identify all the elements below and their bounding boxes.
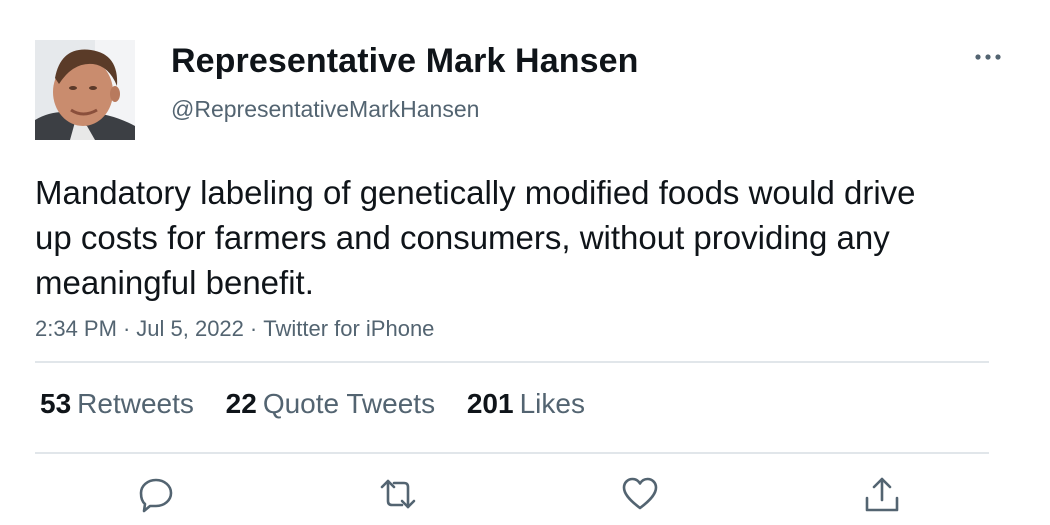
reply-icon[interactable] <box>136 474 176 514</box>
meta-separator: · <box>249 316 258 341</box>
tweet-time[interactable]: 2:34 PM <box>35 316 117 341</box>
avatar[interactable] <box>35 40 135 140</box>
engagement-stats: 53 Retweets 22 Quote Tweets 201 Likes <box>40 388 609 420</box>
like-icon[interactable] <box>620 474 660 514</box>
retweets-label: Retweets <box>77 388 194 419</box>
retweet-icon[interactable] <box>378 474 418 514</box>
likes-stat[interactable]: 201 Likes <box>467 388 585 420</box>
share-icon[interactable] <box>862 474 902 514</box>
quote-tweets-stat[interactable]: 22 Quote Tweets <box>226 388 435 420</box>
tweet-source[interactable]: Twitter for iPhone <box>263 316 434 341</box>
author-display-name[interactable]: Representative Mark Hansen <box>171 42 638 81</box>
divider <box>35 361 989 363</box>
tweet-metadata: 2:34 PM · Jul 5, 2022 · Twitter for iPhone <box>35 316 434 342</box>
retweets-stat[interactable]: 53 Retweets <box>40 388 194 420</box>
tweet-text: Mandatory labeling of genetically modifi… <box>35 174 916 301</box>
quote-tweets-count: 22 <box>225 388 257 419</box>
retweets-count: 53 <box>40 388 72 419</box>
tweet-date[interactable]: Jul 5, 2022 <box>136 316 244 341</box>
more-options-icon[interactable] <box>968 42 1008 72</box>
likes-label: Likes <box>519 388 585 419</box>
likes-count: 201 <box>466 388 514 419</box>
quote-tweets-label: Quote Tweets <box>262 388 436 419</box>
author-handle[interactable]: @RepresentativeMarkHansen <box>171 96 479 123</box>
tweet-card: Representative Mark Hansen @Representati… <box>0 0 1050 525</box>
meta-separator: · <box>122 316 131 341</box>
divider <box>35 452 989 454</box>
